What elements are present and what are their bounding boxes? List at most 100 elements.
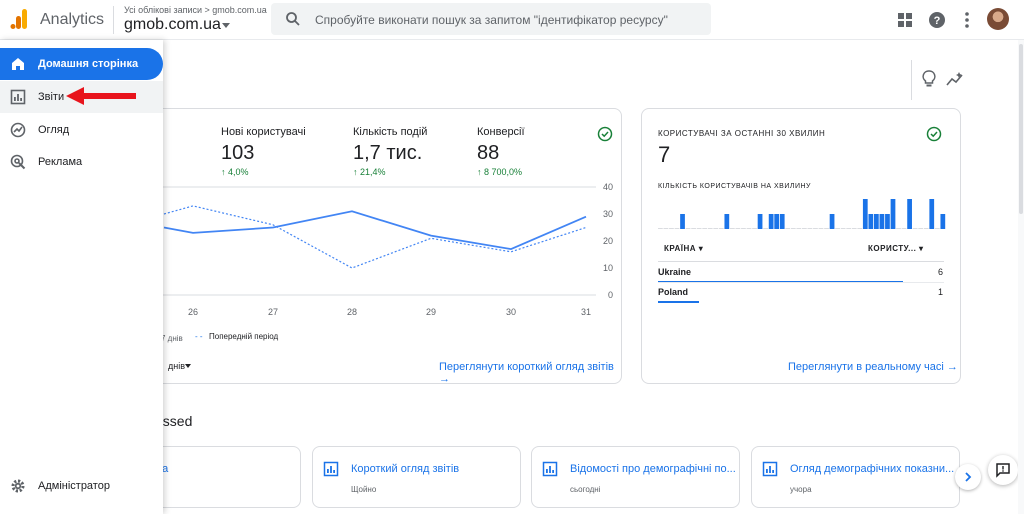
chevron-down-icon[interactable] xyxy=(222,23,230,28)
chevron-right-icon xyxy=(965,472,972,482)
per-minute-bar xyxy=(829,214,835,229)
realtime-link[interactable]: Переглянути в реальному часі → xyxy=(788,361,958,373)
report-icon xyxy=(323,461,339,477)
sidebar-item-label: Огляд xyxy=(38,124,70,136)
country-column-label: КРАЇНА xyxy=(664,244,697,253)
gear-icon xyxy=(11,479,25,493)
per-minute-bar xyxy=(724,214,730,229)
per-minute-bar xyxy=(702,228,708,229)
per-minute-bar xyxy=(685,228,691,229)
per-minute-bar xyxy=(663,228,669,229)
row-divider xyxy=(658,282,944,283)
account-breadcrumb[interactable]: Усі облікові записи > gmob.com.ua xyxy=(124,5,267,15)
per-minute-bar xyxy=(907,199,912,229)
realtime-subtitle: КІЛЬКІСТЬ КОРИСТУВАЧІВ НА ХВИЛИНУ xyxy=(658,183,812,190)
users-column-header[interactable]: КОРИСТУ... ▾ xyxy=(868,244,924,253)
per-minute-bar xyxy=(718,228,724,229)
sidebar-item-explore[interactable]: Огляд xyxy=(0,114,163,146)
per-minute-bar xyxy=(658,228,663,229)
per-minute-bar xyxy=(885,214,890,229)
x-tick-label: 31 xyxy=(581,307,591,317)
per-minute-bar xyxy=(901,228,907,229)
help-icon[interactable]: ? xyxy=(927,10,947,30)
recent-card-time: учора xyxy=(790,485,812,494)
per-minute-bar xyxy=(674,228,680,229)
metric-label: Нові користувачі xyxy=(221,126,306,138)
country-column-header[interactable]: КРАЇНА ▾ xyxy=(664,244,703,253)
x-tick-label: 29 xyxy=(426,307,436,317)
sidebar-item-admin[interactable]: Адміністратор xyxy=(0,470,163,502)
top-bar: Analytics Усі облікові записи > gmob.com… xyxy=(0,0,1024,40)
reports-snapshot-link[interactable]: Переглянути короткий огляд звітів → xyxy=(439,361,621,385)
per-minute-bar xyxy=(669,228,674,229)
search-icon xyxy=(286,12,300,26)
country-users: 1 xyxy=(938,287,944,297)
recent-card-title: Короткий огляд звітів xyxy=(351,463,460,475)
check-circle-icon xyxy=(597,126,613,142)
metric-value: 103 xyxy=(221,142,255,164)
insights-icon[interactable] xyxy=(946,71,964,87)
analytics-logo-icon[interactable] xyxy=(10,8,28,30)
per-minute-bar xyxy=(818,228,824,229)
per-minute-bar xyxy=(890,199,896,229)
users-column-label: КОРИСТУ... xyxy=(868,244,917,253)
date-range-selector[interactable]: днів xyxy=(168,361,185,371)
per-minute-bar xyxy=(741,228,746,229)
per-minute-bar xyxy=(691,228,696,229)
legend-dashed-icon: - - xyxy=(195,332,203,341)
sidebar-item-label: Реклама xyxy=(38,156,83,168)
y-tick-label: 10 xyxy=(603,263,613,273)
sidebar-item-ads[interactable]: Реклама xyxy=(0,146,163,178)
y-tick-label: 0 xyxy=(608,290,613,300)
line-chart: 40 30 20 10 0 26 27 28 29 30 31 xyxy=(121,182,613,317)
check-circle-icon xyxy=(926,126,942,142)
home-icon xyxy=(12,58,24,70)
per-minute-bar xyxy=(807,228,813,229)
per-minute-bar xyxy=(802,228,807,229)
chevron-down-icon[interactable] xyxy=(185,364,191,368)
table-divider xyxy=(658,261,944,262)
x-tick-label: 26 xyxy=(188,307,198,317)
metric-delta: ↑ 21,4% xyxy=(353,167,386,177)
apps-grid-icon[interactable] xyxy=(895,10,915,30)
per-minute-bar xyxy=(790,228,796,229)
lightbulb-icon[interactable] xyxy=(921,70,937,88)
metric-delta-value: 4,0% xyxy=(228,167,249,177)
explore-icon xyxy=(10,122,26,138)
per-minute-bar xyxy=(779,214,785,229)
per-minute-bar xyxy=(746,228,752,229)
scrollbar-thumb[interactable] xyxy=(1019,44,1023,214)
search-bar[interactable]: Спробуйте виконати пошук за запитом "іде… xyxy=(271,3,711,35)
per-minute-bar xyxy=(680,214,685,229)
metric-delta-value: 21,4% xyxy=(360,167,386,177)
country-poland: Poland xyxy=(658,287,689,297)
report-icon xyxy=(762,461,778,477)
per-minute-bar xyxy=(879,214,885,229)
row-share-bar xyxy=(658,301,699,303)
property-selector[interactable]: gmob.com.ua xyxy=(124,16,221,34)
feedback-icon xyxy=(996,463,1010,478)
sidebar-item-label: Домашня сторінка xyxy=(38,58,139,70)
next-cards-button[interactable] xyxy=(955,464,981,490)
avatar[interactable] xyxy=(987,8,1009,30)
metric-label: Кількість подій xyxy=(353,126,428,138)
more-vert-icon[interactable] xyxy=(957,10,977,30)
recent-card[interactable]: Відомості про демографічні по... сьогодн… xyxy=(531,446,740,508)
metric-delta: ↑ 8 700,0% xyxy=(477,167,523,177)
per-minute-bar xyxy=(874,214,879,229)
feedback-button[interactable] xyxy=(988,455,1018,485)
x-tick-label: 28 xyxy=(347,307,357,317)
per-minute-bar xyxy=(752,228,757,229)
bar-chart-icon xyxy=(10,89,26,105)
ads-icon xyxy=(10,154,26,170)
per-minute-bar xyxy=(768,214,774,229)
per-minute-bar xyxy=(735,228,741,229)
sidebar-item-home[interactable]: Домашня сторінка xyxy=(0,48,163,80)
per-minute-bar xyxy=(730,228,735,229)
recent-card[interactable]: Короткий огляд звітів Щойно xyxy=(312,446,521,508)
metric-label: Конверсії xyxy=(477,126,525,138)
search-input[interactable]: Спробуйте виконати пошук за запитом "іде… xyxy=(315,13,668,27)
recent-card-title: Огляд демографічних показни... xyxy=(790,463,955,475)
realtime-value: 7 xyxy=(658,142,671,167)
recent-card[interactable]: Огляд демографічних показни... учора xyxy=(751,446,960,508)
